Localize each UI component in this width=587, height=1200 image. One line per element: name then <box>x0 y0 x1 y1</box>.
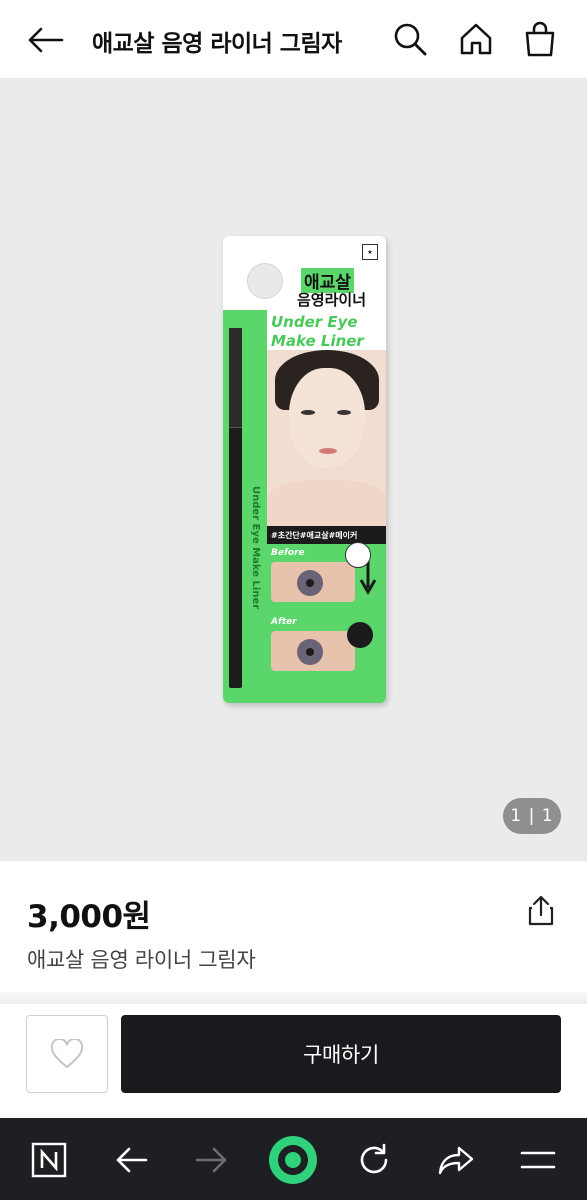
package-title-en: Under Eye Make Liner <box>271 313 364 350</box>
package-tags: #초간단#애교살#메이커 <box>267 526 386 544</box>
share-arrow-icon <box>438 1146 474 1175</box>
product-price: 3,000원 <box>27 899 151 935</box>
hang-hole <box>247 263 283 299</box>
shopping-bag-icon <box>525 21 555 57</box>
back-button[interactable] <box>24 22 66 58</box>
product-name: 애교살 음영 라이너 그림자 <box>27 948 256 972</box>
after-label: After <box>271 617 297 627</box>
eyeliner-cap <box>229 328 242 428</box>
share-page-button[interactable] <box>432 1136 480 1184</box>
heart-icon <box>50 1039 84 1069</box>
search-button[interactable] <box>391 20 429 58</box>
package-vertical-text: Under Eye Make Liner <box>250 486 261 610</box>
refresh-button[interactable] <box>350 1136 398 1184</box>
naver-home-icon <box>31 1142 67 1178</box>
menu-button[interactable] <box>514 1136 562 1184</box>
before-eye <box>271 562 355 602</box>
green-dot-button[interactable] <box>269 1136 317 1184</box>
arrow-left-icon <box>28 27 64 53</box>
cart-button[interactable] <box>521 20 559 58</box>
browser-navigation-bar <box>0 1118 587 1200</box>
purchase-bar: 구매하기 <box>0 1004 587 1118</box>
browser-back-button[interactable] <box>107 1136 155 1184</box>
page-title: 애교살 음영 라이너 그림자 <box>92 31 342 57</box>
back-arrow-icon <box>116 1147 148 1173</box>
home-button[interactable] <box>457 20 495 58</box>
top-header: 애교살 음영 라이너 그림자 <box>0 0 587 78</box>
share-icon <box>528 895 554 926</box>
before-label: Before <box>271 548 305 558</box>
green-dot-icon <box>269 1136 317 1184</box>
home-icon <box>460 23 492 55</box>
buy-button[interactable]: 구매하기 <box>121 1015 561 1093</box>
after-eye <box>271 631 355 671</box>
menu-icon <box>520 1151 556 1169</box>
share-button[interactable] <box>523 892 559 928</box>
forward-arrow-icon <box>195 1147 227 1173</box>
model-face <box>267 350 386 526</box>
search-icon <box>394 23 427 56</box>
product-image-gallery[interactable]: ★ 애교살 음영라이너 Under Eye Make Liner Under E… <box>0 78 587 861</box>
refresh-icon <box>360 1143 388 1174</box>
product-image: ★ 애교살 음영라이너 Under Eye Make Liner Under E… <box>223 236 386 703</box>
image-counter: 1 | 1 <box>503 798 561 834</box>
callout-bubble-1 <box>345 542 371 568</box>
section-divider <box>0 992 587 1004</box>
brand-logo: ★ <box>362 244 378 260</box>
like-button[interactable] <box>26 1015 108 1093</box>
browser-forward-button[interactable] <box>188 1136 236 1184</box>
callout-bubble-2 <box>347 622 373 648</box>
product-page: 애교살 음영 라이너 그림자 ★ 애교살 음영라이너 Under Eye Mak… <box>0 0 587 1200</box>
package-title-kr-2: 음영라이너 <box>297 291 367 309</box>
naver-home-button[interactable] <box>25 1136 73 1184</box>
product-info: 3,000원 애교살 음영 라이너 그림자 <box>0 861 587 1001</box>
